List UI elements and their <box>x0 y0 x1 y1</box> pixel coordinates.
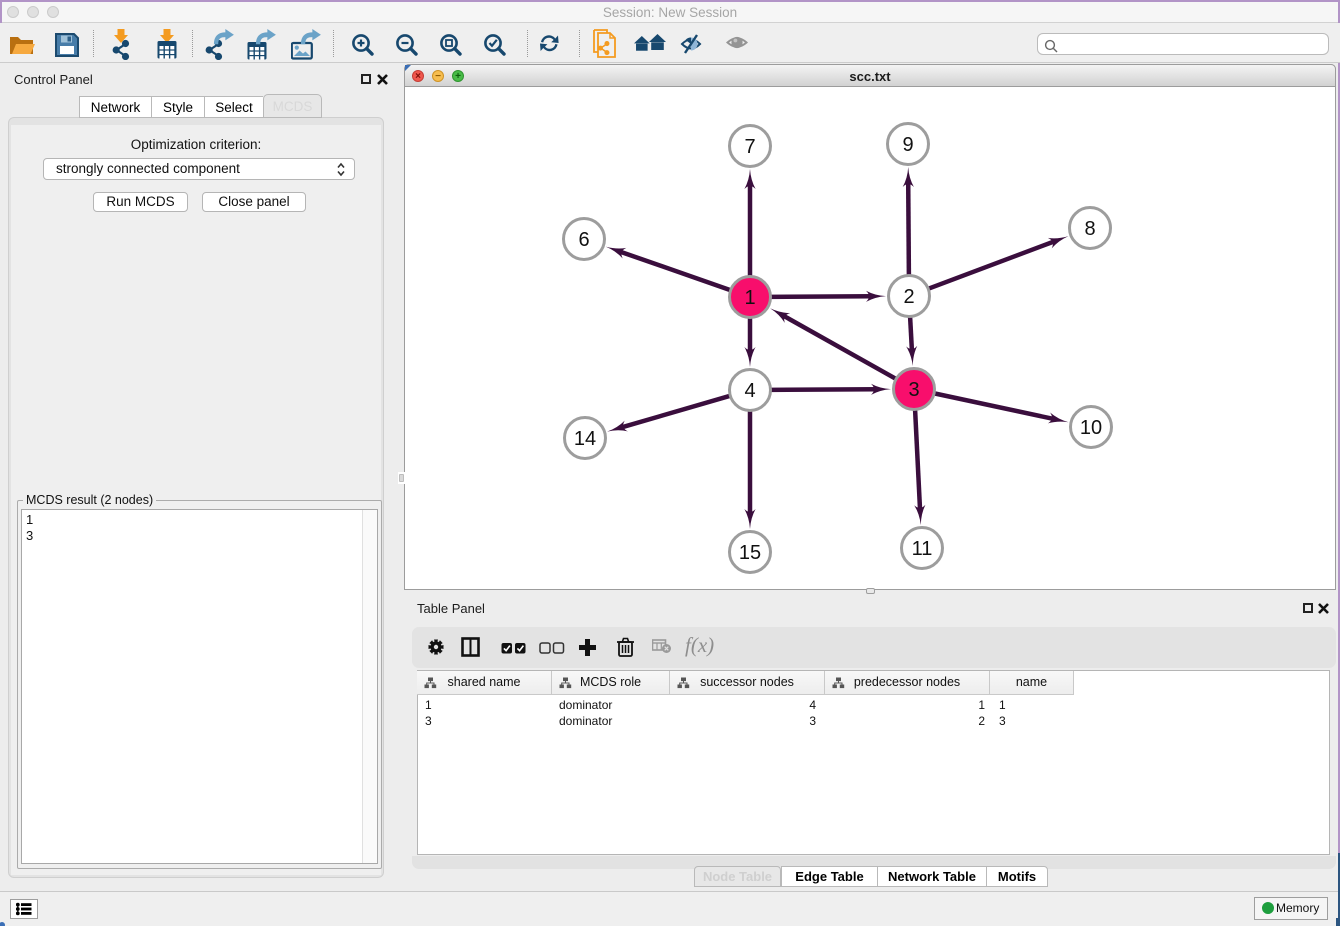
svg-text:7: 7 <box>744 136 755 158</box>
svg-text:15: 15 <box>739 542 761 564</box>
svg-text:11: 11 <box>912 538 933 560</box>
svg-text:1: 1 <box>744 287 755 309</box>
svg-text:3: 3 <box>908 379 919 401</box>
svg-text:10: 10 <box>1080 417 1102 439</box>
svg-text:6: 6 <box>578 229 589 251</box>
svg-text:2: 2 <box>903 286 914 308</box>
svg-text:4: 4 <box>744 380 755 402</box>
svg-text:8: 8 <box>1084 218 1095 240</box>
svg-text:14: 14 <box>574 428 596 450</box>
svg-text:9: 9 <box>902 134 913 156</box>
